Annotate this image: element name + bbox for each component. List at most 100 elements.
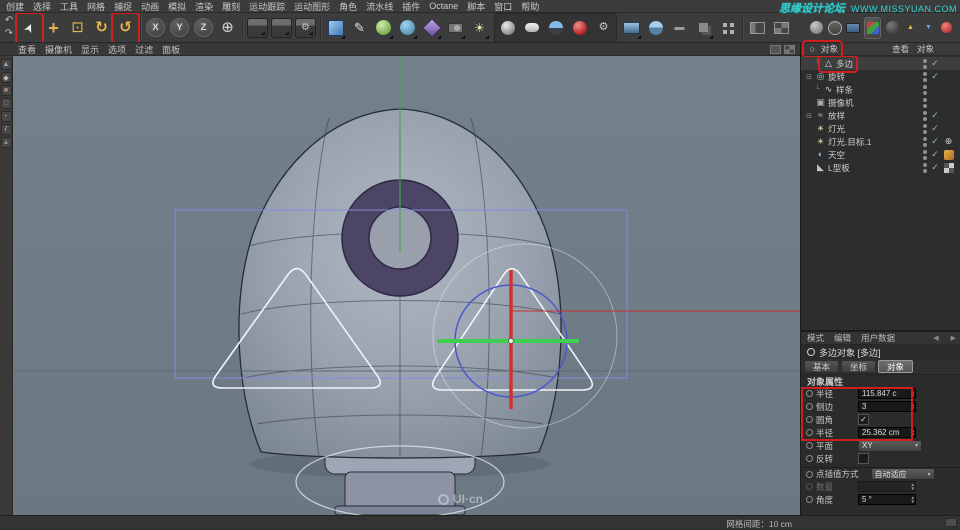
- viewport-menu-item[interactable]: 查看: [18, 43, 36, 56]
- spinner-arrows[interactable]: ▲ ▼: [911, 389, 915, 398]
- visibility-dots[interactable]: [922, 136, 928, 147]
- redo-icon[interactable]: [2, 28, 16, 40]
- coordinate-system-icon[interactable]: [216, 15, 239, 41]
- menubar-item[interactable]: 插件: [402, 0, 420, 13]
- axis-y-button[interactable]: Y: [170, 18, 189, 37]
- axis-x-button[interactable]: X: [146, 18, 165, 37]
- checkbox[interactable]: ✓: [858, 414, 869, 425]
- floor-icon[interactable]: [620, 15, 643, 41]
- light-icon[interactable]: [468, 15, 491, 41]
- expand-toggle-icon[interactable]: ⊟: [804, 112, 813, 120]
- visibility-dots[interactable]: [922, 84, 928, 95]
- object-row[interactable]: └ 多边 ✓: [801, 56, 960, 73]
- value-input[interactable]: 5 ° ▲ ▼: [858, 494, 916, 505]
- texture-tag-icon[interactable]: [942, 149, 955, 160]
- scale-tool-icon[interactable]: [66, 15, 89, 41]
- viewport-3d-scene[interactable]: [13, 56, 800, 515]
- menubar-item[interactable]: 脚本: [467, 0, 485, 13]
- keyframe-dot[interactable]: [806, 390, 813, 397]
- generator-icon[interactable]: [396, 15, 419, 41]
- object-row[interactable]: ⊟ 旋转 ✓: [801, 70, 960, 83]
- menubar-item[interactable]: 选择: [33, 0, 51, 13]
- rotate-tool-icon[interactable]: [90, 15, 113, 41]
- object-row[interactable]: 摄像机: [801, 96, 960, 109]
- spline-pen-icon[interactable]: [348, 15, 371, 41]
- subdivision-surface-icon[interactable]: [372, 15, 395, 41]
- object-label[interactable]: 天空: [813, 149, 847, 161]
- menubar-item[interactable]: 创建: [6, 0, 24, 13]
- octane-liveviewer-icon[interactable]: [496, 15, 519, 41]
- model-mode-icon[interactable]: [0, 72, 12, 83]
- viewport-menu-item[interactable]: 面板: [162, 43, 180, 56]
- target-tag-icon[interactable]: [942, 136, 955, 147]
- object-row[interactable]: ⊟ 放样 ✓: [801, 109, 960, 122]
- shaded-sphere-icon[interactable]: [808, 17, 825, 39]
- value-input[interactable]: 25.362 cm ▲ ▼: [858, 427, 916, 438]
- statusbar-button[interactable]: [945, 518, 957, 527]
- dropdown[interactable]: 自动适应 ▾: [870, 468, 935, 480]
- quad-view-icon[interactable]: [784, 44, 795, 54]
- axis-z-button[interactable]: Z: [194, 18, 213, 37]
- visibility-dots[interactable]: [922, 110, 928, 121]
- octane-render-icon[interactable]: [568, 15, 591, 41]
- enabled-check-icon[interactable]: ✓: [930, 149, 940, 160]
- menubar-item[interactable]: 动画: [141, 0, 159, 13]
- keyframe-dot[interactable]: [806, 470, 813, 478]
- points-mode-icon[interactable]: [0, 111, 12, 122]
- primitive-cube-icon[interactable]: [324, 15, 347, 41]
- menubar-item[interactable]: 运动图形: [294, 0, 330, 13]
- object-row[interactable]: 灯光 ✓: [801, 122, 960, 135]
- attribute-subtab[interactable]: 坐标: [841, 360, 877, 373]
- attribute-manager-menu-item[interactable]: 模式: [807, 332, 824, 344]
- dark-sphere-icon[interactable]: [884, 17, 901, 39]
- stage-icon[interactable]: [668, 15, 691, 41]
- arrow-up-icon[interactable]: ▲: [902, 17, 919, 39]
- keyframe-dot[interactable]: [806, 416, 813, 423]
- menubar-item[interactable]: 网格: [87, 0, 105, 13]
- axis-colors-icon[interactable]: [864, 16, 881, 39]
- menubar-item[interactable]: 窗口: [494, 0, 512, 13]
- render-view-icon[interactable]: [247, 17, 268, 38]
- arrow-down-icon[interactable]: ▼: [920, 17, 937, 39]
- edges-mode-icon[interactable]: [0, 124, 12, 135]
- menubar-item[interactable]: 捕捉: [114, 0, 132, 13]
- quad-layout-icon[interactable]: [770, 15, 793, 41]
- visibility-dots[interactable]: [922, 123, 928, 134]
- object-label[interactable]: 灯光.目标.1: [813, 136, 873, 148]
- object-label[interactable]: 多边: [817, 56, 859, 73]
- keyframe-dot[interactable]: [806, 403, 813, 410]
- array-icon[interactable]: [716, 15, 739, 41]
- polygons-mode-icon[interactable]: [0, 137, 12, 148]
- menubar-item[interactable]: 工具: [60, 0, 78, 13]
- object-label[interactable]: 放样: [813, 110, 847, 122]
- workplane-mode-icon[interactable]: [0, 98, 12, 109]
- spinner-arrows[interactable]: ▲ ▼: [911, 482, 915, 491]
- grid-plane-icon[interactable]: [844, 17, 861, 39]
- octane-environment-icon[interactable]: [544, 15, 567, 41]
- history-forward-button[interactable]: ▶: [951, 334, 956, 342]
- keyframe-dot[interactable]: [806, 483, 813, 490]
- visibility-dots[interactable]: [922, 58, 928, 69]
- enabled-check-icon[interactable]: ✓: [930, 71, 940, 82]
- attribute-manager-menu-item[interactable]: 编辑: [834, 332, 851, 344]
- object-row[interactable]: 天空 ✓: [801, 148, 960, 161]
- spinner-arrows[interactable]: ▲ ▼: [911, 402, 915, 411]
- menubar-item[interactable]: 运动跟踪: [249, 0, 285, 13]
- menubar-item[interactable]: 雕刻: [222, 0, 240, 13]
- texture-mode-icon[interactable]: [0, 85, 12, 96]
- spinner-arrows[interactable]: ▲ ▼: [911, 428, 915, 437]
- render-picture-viewer-icon[interactable]: [271, 17, 292, 38]
- value-input[interactable]: 3 ▲ ▼: [858, 401, 916, 412]
- object-label[interactable]: 旋转: [813, 71, 847, 83]
- dropdown[interactable]: XY ▾: [858, 439, 922, 452]
- instance-icon[interactable]: [692, 15, 715, 41]
- object-manager-title[interactable]: 对象: [801, 40, 844, 58]
- enabled-check-icon[interactable]: ✓: [930, 123, 940, 134]
- object-label[interactable]: 样条: [821, 84, 855, 96]
- checkbox[interactable]: [858, 453, 869, 464]
- viewport-menu-item[interactable]: 摄像机: [45, 43, 72, 56]
- single-layout-icon[interactable]: [746, 15, 769, 41]
- last-used-tool-icon[interactable]: [111, 13, 140, 42]
- menubar-item[interactable]: 渲染: [195, 0, 213, 13]
- spinner-arrows[interactable]: ▲ ▼: [911, 495, 915, 504]
